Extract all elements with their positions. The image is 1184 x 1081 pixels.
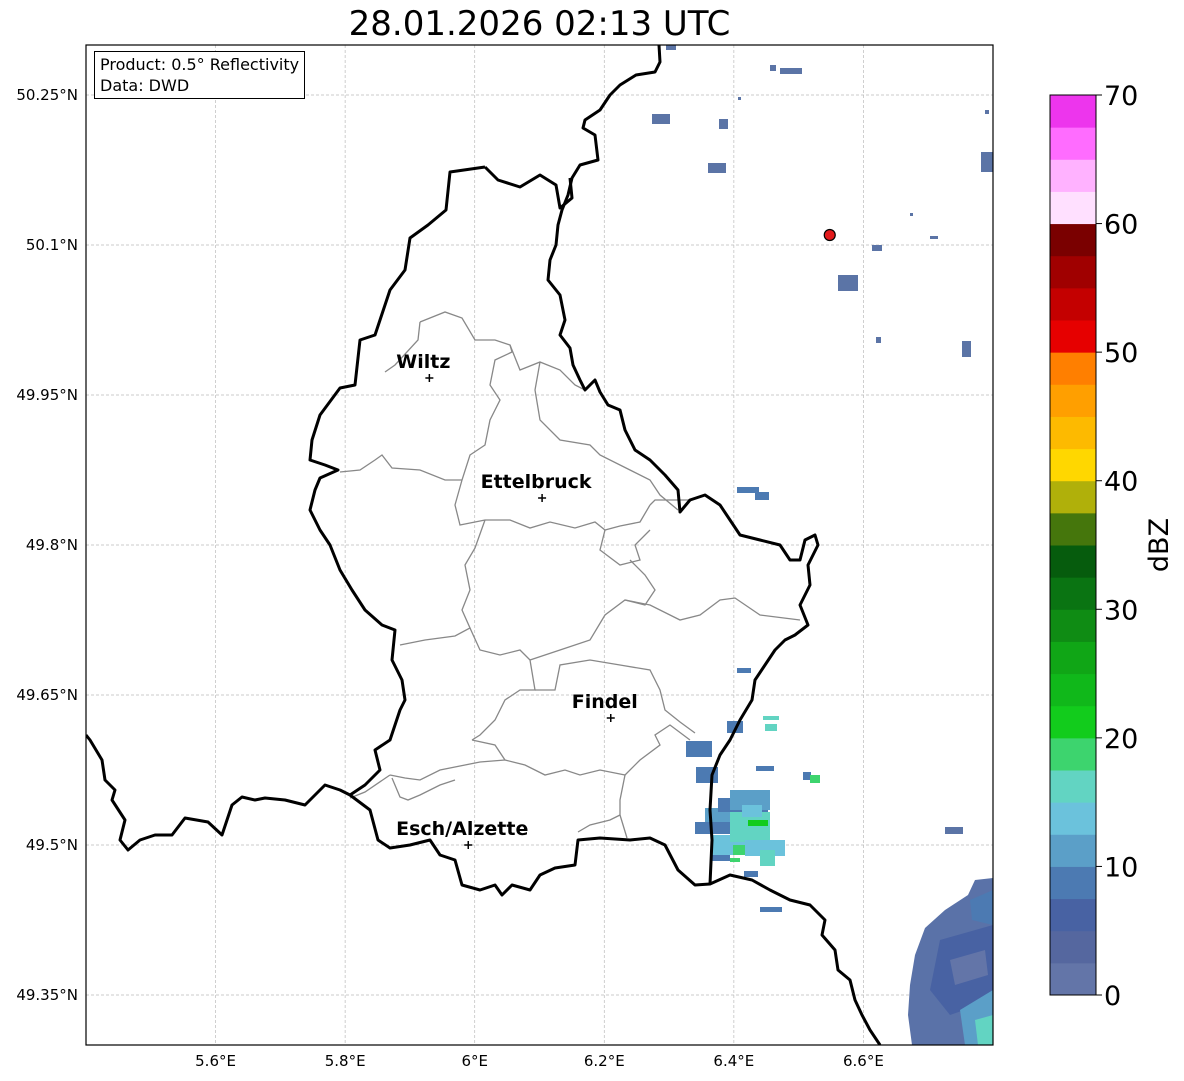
lon-tick-label: 6.6°E bbox=[843, 1052, 884, 1070]
colorbar-segment bbox=[1050, 673, 1096, 707]
radar-map: 5.6°E 5.8°E 6°E 6.2°E 6.4°E 6.6°E 50.25°N 50.1°… bbox=[16, 44, 1175, 1070]
colorbar-segment bbox=[1050, 545, 1096, 578]
lat-tick-label: 50.1°N bbox=[26, 236, 78, 254]
colorbar-tick-label: 10 bbox=[1104, 852, 1138, 883]
colorbar-segment bbox=[1050, 737, 1096, 771]
lon-tick-label: 6°E bbox=[461, 1052, 488, 1070]
lat-tick-label: 50.25°N bbox=[16, 86, 78, 104]
lat-tick-label: 49.8°N bbox=[26, 536, 78, 554]
colorbar-segment bbox=[1050, 480, 1096, 514]
colorbar-segment bbox=[1050, 641, 1096, 675]
colorbar-tick-label: 50 bbox=[1104, 338, 1138, 369]
colorbar-tick-label: 0 bbox=[1104, 981, 1121, 1012]
lon-tick-label: 5.8°E bbox=[325, 1052, 366, 1070]
colorbar-segment bbox=[1050, 930, 1096, 964]
colorbar-segment bbox=[1050, 705, 1096, 739]
colorbar-segment bbox=[1050, 416, 1096, 450]
city-label: Wiltz bbox=[396, 351, 450, 373]
lat-tick-label: 49.95°N bbox=[16, 386, 78, 404]
colorbar-segment bbox=[1050, 866, 1096, 900]
product-info-box: Product: 0.5° Reflectivity Data: DWD bbox=[94, 51, 306, 99]
colorbar-segment bbox=[1050, 962, 1096, 996]
colorbar-segment bbox=[1050, 577, 1096, 610]
colorbar-segment bbox=[1050, 191, 1096, 225]
colorbar-segment bbox=[1050, 384, 1096, 417]
colorbar: 0 10 20 30 40 50 60 70 dBZ bbox=[1049, 81, 1175, 1012]
colorbar-segment bbox=[1050, 609, 1096, 642]
colorbar-segment bbox=[1050, 95, 1096, 128]
lat-tick-label: 49.5°N bbox=[26, 836, 78, 854]
colorbar-segment bbox=[1050, 834, 1096, 867]
lat-tick-label: 49.65°N bbox=[16, 686, 78, 704]
colorbar-label: dBZ bbox=[1144, 518, 1175, 572]
city-label: Esch/Alzette bbox=[396, 818, 528, 840]
colorbar-segment bbox=[1050, 352, 1096, 385]
product-label: Product: 0.5° Reflectivity bbox=[100, 55, 300, 74]
colorbar-segment bbox=[1050, 127, 1096, 160]
lon-tick-label: 6.4°E bbox=[713, 1052, 754, 1070]
lat-tick-label: 49.35°N bbox=[16, 986, 78, 1004]
lon-tick-label: 5.6°E bbox=[195, 1052, 236, 1070]
colorbar-segment bbox=[1050, 448, 1096, 482]
colorbar-tick-label: 40 bbox=[1104, 467, 1138, 498]
colorbar-tick-label: 70 bbox=[1104, 81, 1138, 112]
colorbar-segment bbox=[1050, 802, 1096, 835]
colorbar-segment bbox=[1050, 159, 1096, 192]
radar-site-marker bbox=[823, 228, 836, 242]
colorbar-tick-label: 20 bbox=[1104, 724, 1138, 755]
colorbar-segment bbox=[1050, 320, 1096, 353]
colorbar-segment bbox=[1050, 770, 1096, 803]
city-label: Ettelbruck bbox=[481, 471, 592, 493]
colorbar-tick-label: 30 bbox=[1104, 595, 1138, 626]
colorbar-segment bbox=[1050, 287, 1096, 321]
colorbar-segment bbox=[1050, 255, 1096, 289]
colorbar-segment bbox=[1050, 512, 1096, 546]
colorbar-tick-label: 60 bbox=[1104, 210, 1138, 241]
colorbar-segment bbox=[1050, 223, 1096, 257]
city-label: Findel bbox=[572, 691, 638, 713]
colorbar-segment bbox=[1050, 898, 1096, 932]
data-source-label: Data: DWD bbox=[100, 76, 190, 95]
lon-tick-label: 6.2°E bbox=[584, 1052, 625, 1070]
